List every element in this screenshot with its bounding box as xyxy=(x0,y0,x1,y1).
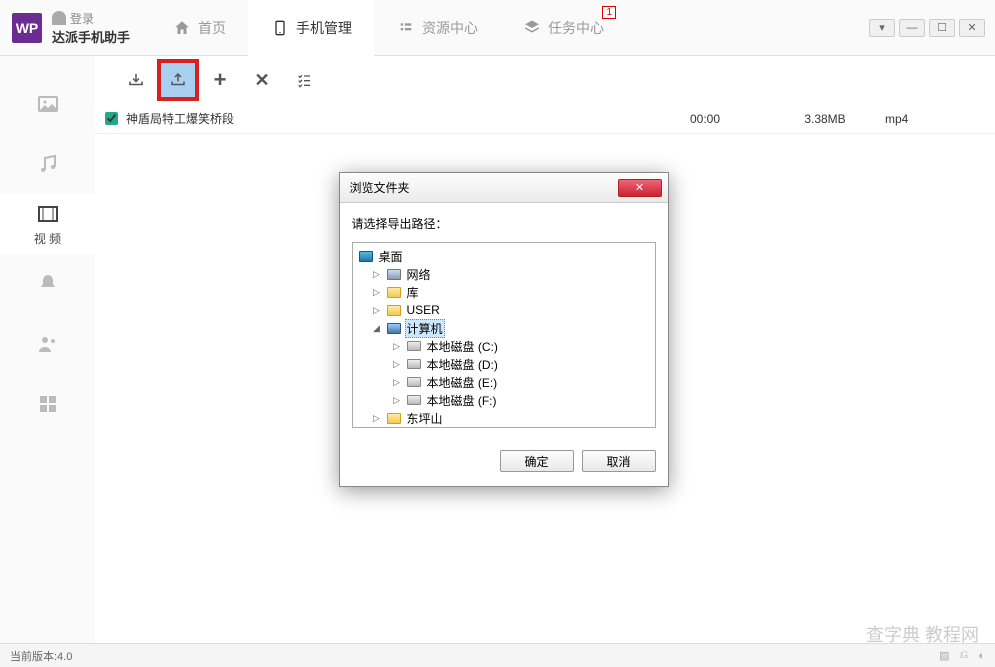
tree-drive-c[interactable]: ▷ 本地磁盘 (C:) xyxy=(355,337,653,355)
expand-icon[interactable]: ▷ xyxy=(371,305,383,316)
expand-icon[interactable]: ▷ xyxy=(391,395,403,406)
folder-icon xyxy=(386,285,402,299)
version-label: 当前版本:4.0 xyxy=(10,648,72,664)
collapse-icon[interactable]: ◢ xyxy=(371,323,383,334)
drive-icon xyxy=(406,375,422,389)
folder-icon xyxy=(386,411,402,425)
folder-icon xyxy=(386,303,402,317)
dialog-close-button[interactable]: ✕ xyxy=(618,179,662,197)
status-icon-1[interactable]: ▧ xyxy=(939,649,949,662)
tree-network[interactable]: ▷ 网络 xyxy=(355,265,653,283)
folder-tree[interactable]: 桌面 ▷ 网络 ▷ 库 ▷ USER ◢ xyxy=(352,242,656,428)
dialog-prompt: 请选择导出路径： xyxy=(352,215,656,232)
computer-icon xyxy=(386,321,402,335)
tree-drive-f[interactable]: ▷ 本地磁盘 (F:) xyxy=(355,391,653,409)
status-icon-2[interactable]: ⎌ xyxy=(960,649,969,662)
browse-folder-dialog: 浏览文件夹 ✕ 请选择导出路径： 桌面 ▷ 网络 ▷ 库 xyxy=(339,172,669,487)
expand-icon[interactable]: ▷ xyxy=(391,341,403,352)
drive-icon xyxy=(406,339,422,353)
ok-button[interactable]: 确定 xyxy=(500,450,574,472)
drive-icon xyxy=(406,393,422,407)
drive-icon xyxy=(406,357,422,371)
expand-icon[interactable]: ▷ xyxy=(391,359,403,370)
expand-icon[interactable]: ▷ xyxy=(371,413,383,424)
tree-user[interactable]: ▷ USER xyxy=(355,301,653,319)
status-icon-3[interactable]: ◐ xyxy=(978,650,985,662)
tree-computer[interactable]: ◢ 计算机 xyxy=(355,319,653,337)
cancel-button[interactable]: 取消 xyxy=(582,450,656,472)
tree-library[interactable]: ▷ 库 xyxy=(355,283,653,301)
dialog-title: 浏览文件夹 xyxy=(350,179,410,196)
network-icon xyxy=(386,267,402,281)
desktop-icon xyxy=(358,249,374,263)
expand-icon[interactable]: ▷ xyxy=(371,287,383,298)
tree-drive-e[interactable]: ▷ 本地磁盘 (E:) xyxy=(355,373,653,391)
expand-icon[interactable]: ▷ xyxy=(391,377,403,388)
tree-drive-d[interactable]: ▷ 本地磁盘 (D:) xyxy=(355,355,653,373)
tree-dongpingshan[interactable]: ▷ 东坪山 xyxy=(355,409,653,427)
tree-desktop[interactable]: 桌面 xyxy=(355,247,653,265)
expand-icon[interactable]: ▷ xyxy=(371,269,383,280)
